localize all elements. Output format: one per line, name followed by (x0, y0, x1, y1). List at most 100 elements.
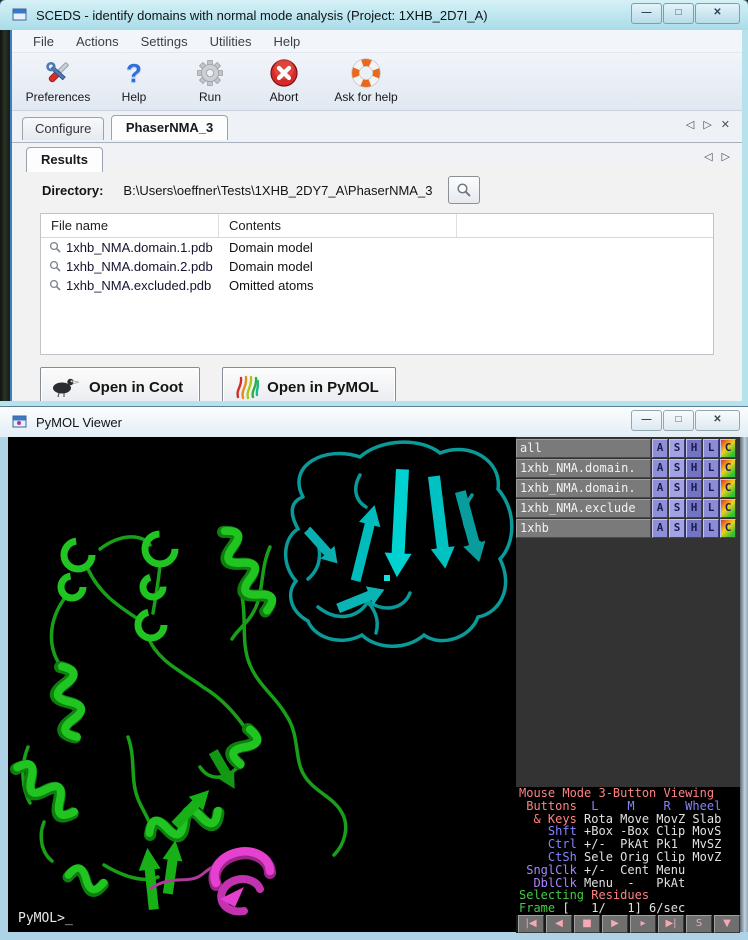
menu-settings[interactable]: Settings (130, 34, 199, 49)
lifering-icon (351, 57, 381, 89)
pymol-3d-viewport[interactable]: PyMOL>_ (8, 437, 516, 932)
rewind-start-button[interactable]: |◀ (518, 915, 544, 933)
scene-button[interactable]: S (686, 915, 712, 933)
color-menu-button[interactable]: C (720, 499, 736, 518)
hide-menu-button[interactable]: H (686, 459, 702, 478)
color-menu-button[interactable]: C (720, 459, 736, 478)
abort-button[interactable]: Abort (258, 53, 310, 104)
toolbar: Preferences ? Help Run (12, 53, 742, 111)
menu-help[interactable]: Help (262, 34, 311, 49)
minimize-button[interactable]: — (631, 3, 662, 24)
pymol-ribbon-icon (233, 374, 259, 400)
toolbar-label: Help (122, 90, 147, 104)
show-menu-button[interactable]: S (669, 519, 685, 538)
tab-scroll-right-icon[interactable]: ▷ (722, 150, 730, 163)
tab-close-icon[interactable]: ✕ (721, 118, 730, 131)
pymol-app-icon (12, 414, 28, 430)
magnifier-icon (49, 279, 62, 292)
label-menu-button[interactable]: L (703, 439, 719, 458)
color-menu-button[interactable]: C (720, 439, 736, 458)
toolbar-label: Ask for help (334, 90, 397, 104)
step-forward-button[interactable]: ▸ (630, 915, 656, 933)
pymol-titlebar: PyMOL Viewer — □ ✕ (0, 407, 748, 437)
label-menu-button[interactable]: L (703, 459, 719, 478)
tab-results[interactable]: Results (26, 147, 103, 172)
close-button[interactable]: ✕ (695, 410, 740, 431)
table-row[interactable]: 1xhb_NMA.domain.2.pdb Domain model (41, 257, 713, 276)
object-name[interactable]: 1xhb_NMA.domain. (516, 459, 651, 478)
col-contents[interactable]: Contents (219, 214, 457, 237)
magnifier-icon (49, 260, 62, 273)
tab-configure[interactable]: Configure (22, 117, 104, 140)
directory-label: Directory: (42, 183, 103, 198)
open-in-coot-button[interactable]: Open in Coot (40, 367, 200, 401)
stop-button[interactable]: ■ (574, 915, 600, 933)
sceds-window: SCEDS - identify domains with normal mod… (0, 0, 748, 407)
table-header[interactable]: File name Contents (41, 214, 713, 238)
label-menu-button[interactable]: L (703, 519, 719, 538)
question-icon: ? (126, 57, 142, 89)
menu-file[interactable]: File (22, 34, 65, 49)
run-button[interactable]: Run (184, 53, 236, 104)
action-menu-button[interactable]: A (652, 479, 668, 498)
hide-menu-button[interactable]: H (686, 519, 702, 538)
menu-actions[interactable]: Actions (65, 34, 130, 49)
file-contents: Domain model (219, 240, 313, 255)
maximize-button[interactable]: □ (663, 3, 694, 24)
show-menu-button[interactable]: S (669, 439, 685, 458)
panel-menu-button[interactable]: ▼ (714, 915, 740, 933)
window-title: PyMOL Viewer (36, 415, 122, 430)
tab-phasernma3[interactable]: PhaserNMA_3 (111, 115, 228, 140)
table-row[interactable]: 1xhb_NMA.excluded.pdb Omitted atoms (41, 276, 713, 295)
toolbar-label: Run (199, 90, 221, 104)
abort-icon (269, 57, 299, 89)
menu-utilities[interactable]: Utilities (199, 34, 263, 49)
pymol-command-prompt[interactable]: PyMOL>_ (18, 911, 73, 926)
show-menu-button[interactable]: S (669, 479, 685, 498)
file-name: 1xhb_NMA.domain.2.pdb (66, 259, 213, 274)
col-file-name[interactable]: File name (41, 214, 219, 237)
show-menu-button[interactable]: S (669, 499, 685, 518)
ask-for-help-button[interactable]: Ask for help (326, 53, 406, 104)
directory-value: B:\Users\oeffner\Tests\1XHB_2DY7_A\Phase… (123, 183, 432, 198)
minimize-button[interactable]: — (631, 410, 662, 431)
browse-directory-button[interactable] (448, 176, 480, 204)
tab-scroll-left-icon[interactable]: ◁ (704, 150, 712, 163)
show-menu-button[interactable]: S (669, 459, 685, 478)
frame-label: Frame (519, 901, 555, 915)
object-name[interactable]: 1xhb (516, 519, 651, 538)
play-button[interactable]: ▶ (602, 915, 628, 933)
mouse-mode-panel: Mouse Mode 3-Button Viewing Buttons L M … (516, 787, 740, 915)
open-in-pymol-button[interactable]: Open in PyMOL (222, 367, 396, 401)
help-button[interactable]: ? Help (108, 53, 160, 104)
action-menu-button[interactable]: A (652, 459, 668, 478)
action-menu-button[interactable]: A (652, 519, 668, 538)
hide-menu-button[interactable]: H (686, 479, 702, 498)
preferences-button[interactable]: Preferences (22, 53, 94, 104)
results-panel: Directory: B:\Users\oeffner\Tests\1XHB_2… (12, 163, 742, 401)
object-name[interactable]: 1xhb_NMA.domain. (516, 479, 651, 498)
action-menu-button[interactable]: A (652, 499, 668, 518)
button-label: Open in PyMOL (267, 379, 379, 396)
table-row[interactable]: 1xhb_NMA.domain.1.pdb Domain model (41, 238, 713, 257)
main-tab-strip: Configure PhaserNMA_3 ◁ ▷ ✕ (12, 111, 742, 143)
skip-end-button[interactable]: ▶| (658, 915, 684, 933)
action-menu-button[interactable]: A (652, 439, 668, 458)
color-menu-button[interactable]: C (720, 519, 736, 538)
close-button[interactable]: ✕ (695, 3, 740, 24)
protein-cyan-domain (286, 442, 512, 646)
coot-bird-icon (51, 376, 81, 398)
hide-menu-button[interactable]: H (686, 439, 702, 458)
tab-scroll-right-icon[interactable]: ▷ (703, 118, 711, 131)
object-name[interactable]: all (516, 439, 651, 458)
object-name[interactable]: 1xhb_NMA.exclude (516, 499, 651, 518)
tab-scroll-left-icon[interactable]: ◁ (686, 118, 694, 131)
sceds-app-icon (12, 7, 28, 23)
hide-menu-button[interactable]: H (686, 499, 702, 518)
label-menu-button[interactable]: L (703, 499, 719, 518)
label-menu-button[interactable]: L (703, 479, 719, 498)
color-menu-button[interactable]: C (720, 479, 736, 498)
step-back-button[interactable]: ◀ (546, 915, 572, 933)
file-name: 1xhb_NMA.excluded.pdb (66, 278, 211, 293)
maximize-button[interactable]: □ (663, 410, 694, 431)
